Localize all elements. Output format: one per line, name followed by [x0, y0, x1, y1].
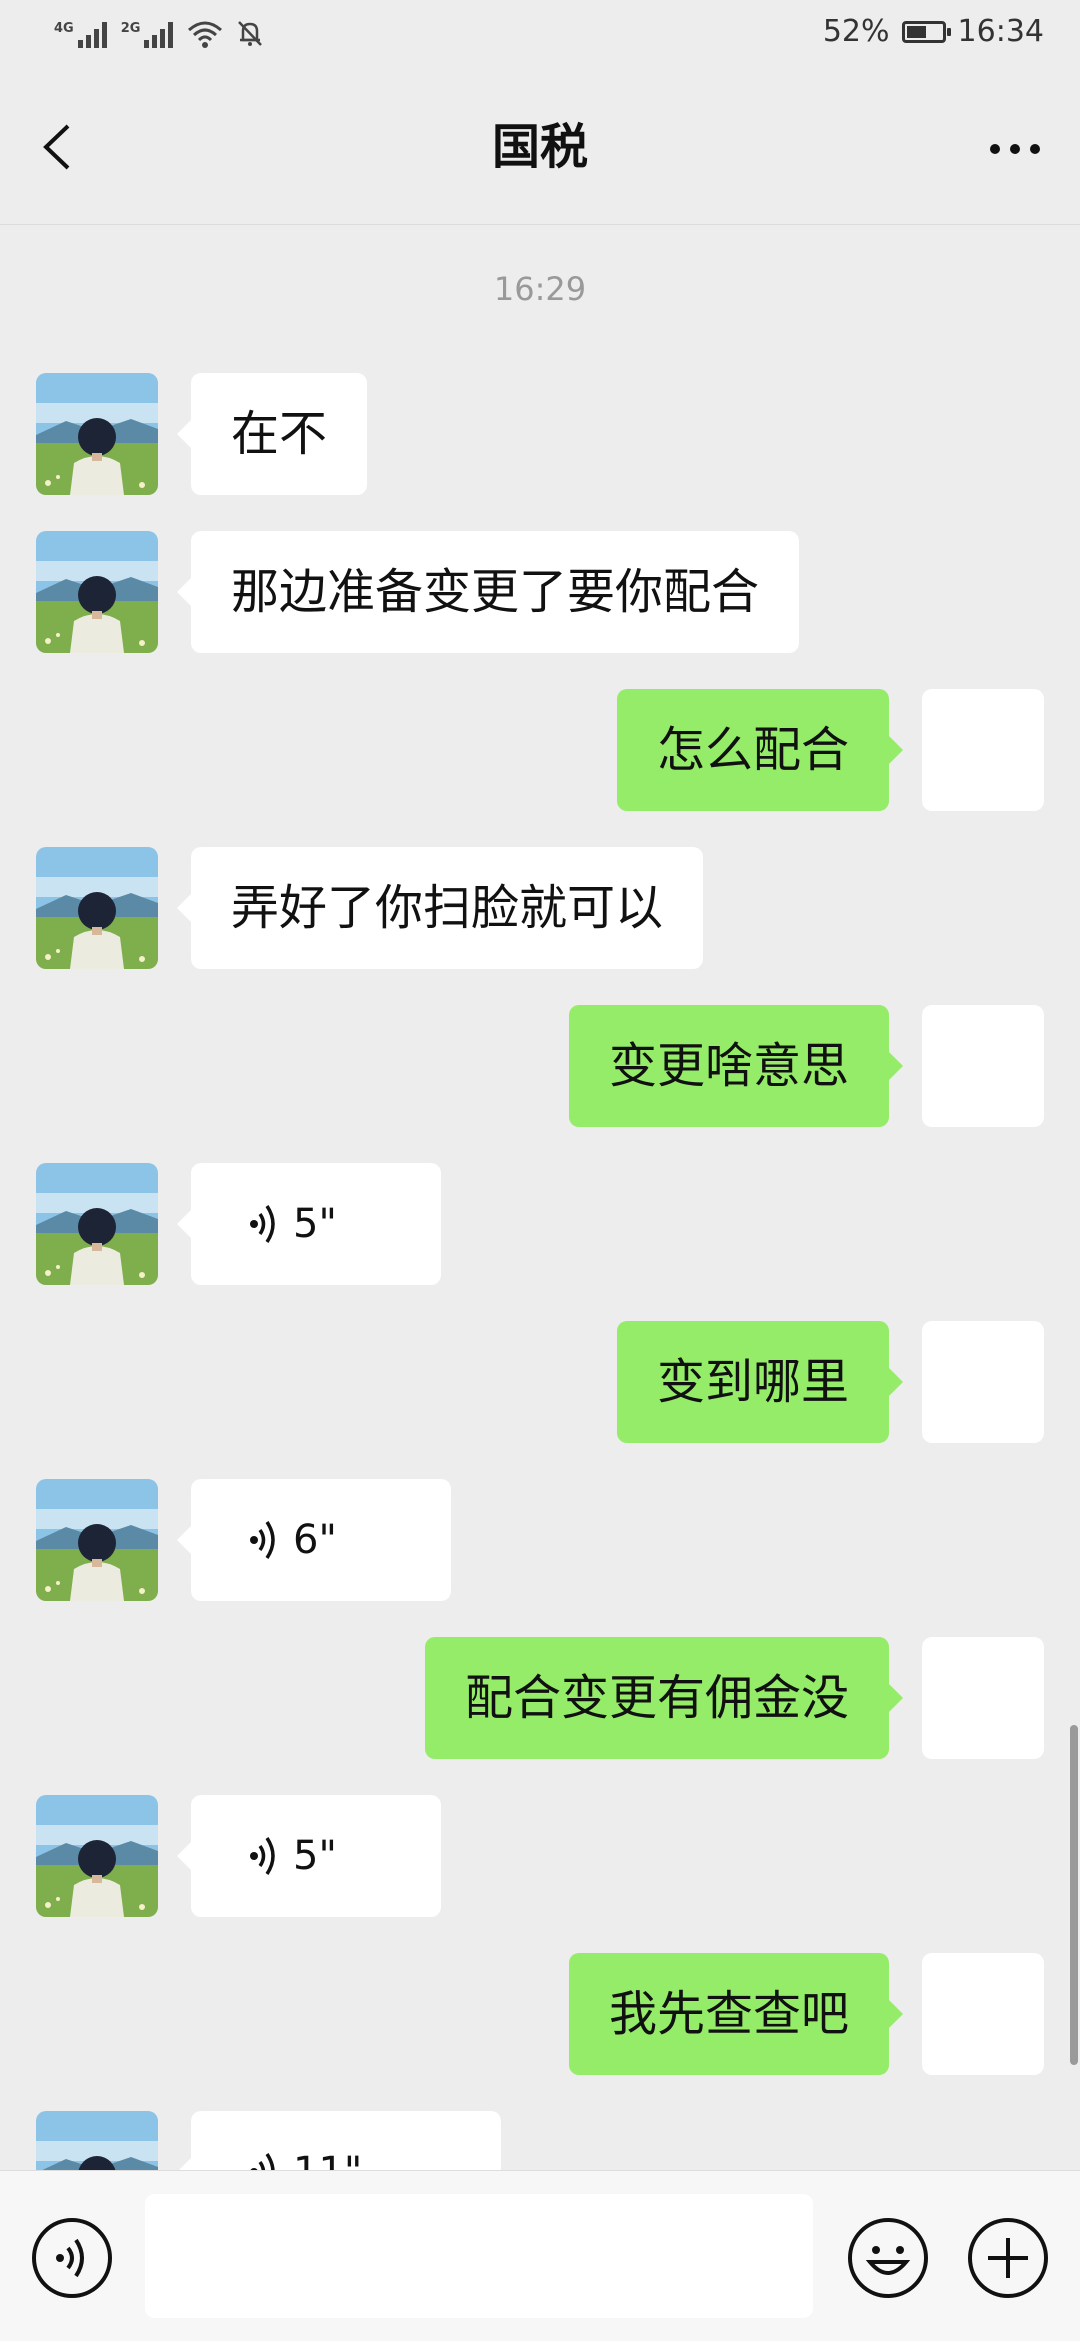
- message-text: 变到哪里: [656, 1354, 849, 1410]
- voice-duration: 5": [293, 1833, 337, 1879]
- contact-avatar[interactable]: [36, 847, 158, 969]
- text-message-bubble[interactable]: 那边准备变更了要你配合: [176, 531, 800, 653]
- voice-wave-icon: [250, 1521, 275, 1559]
- my-avatar[interactable]: [922, 1321, 1044, 1443]
- message-text: 弄好了你扫脸就可以: [231, 880, 664, 936]
- more-dots-icon[interactable]: [980, 124, 1050, 174]
- my-avatar[interactable]: [922, 1637, 1044, 1759]
- chat-timestamp: 16:29: [493, 270, 587, 308]
- emoji-icon[interactable]: [846, 2216, 930, 2300]
- contact-avatar[interactable]: [36, 1163, 158, 1285]
- clock: 16:34: [957, 14, 1044, 49]
- voice-duration: 11": [293, 2111, 362, 2170]
- voice-message-bubble[interactable]: 5": [177, 1163, 441, 1285]
- voice-message-bubble[interactable]: 5": [177, 1795, 441, 1917]
- my-avatar[interactable]: [922, 1005, 1044, 1127]
- voice-wave-icon: [250, 2153, 275, 2170]
- message-text: 那边准备变更了要你配合: [231, 564, 760, 620]
- message-row: 6": [0, 1479, 1080, 1601]
- avatar-illustration: [36, 1479, 158, 1601]
- status-bar: 4G 2G 52% 16:34: [0, 0, 1080, 72]
- scrollbar-thumb[interactable]: [1070, 1725, 1078, 2065]
- plus-icon[interactable]: [966, 2216, 1050, 2300]
- contact-avatar[interactable]: [36, 373, 158, 495]
- my-avatar[interactable]: [922, 689, 1044, 811]
- text-message-bubble[interactable]: 在不: [176, 373, 368, 495]
- status-icons-left: 4G 2G: [54, 18, 265, 48]
- message-row: 那边准备变更了要你配合: [0, 531, 1080, 653]
- message-list[interactable]: 16:29 在不那边准备变更了要你配合怎么配合弄好了你扫脸就可以变更啥意思 5" 变…: [0, 225, 1080, 2170]
- message-row: 变更啥意思: [0, 1005, 1080, 1127]
- text-message-bubble[interactable]: 配合变更有佣金没: [424, 1637, 904, 1759]
- mute-bell-icon: [238, 21, 263, 46]
- contact-avatar[interactable]: [36, 1795, 158, 1917]
- contact-avatar[interactable]: [36, 2111, 158, 2170]
- status-icons-right: 52% 16:34: [823, 14, 1044, 49]
- avatar-illustration: [36, 1163, 158, 1285]
- my-avatar[interactable]: [922, 1953, 1044, 2075]
- message-row: 在不: [0, 373, 1080, 495]
- voice-wave-icon: [250, 1205, 275, 1243]
- message-row: 怎么配合: [0, 689, 1080, 811]
- text-message-bubble[interactable]: 变更啥意思: [568, 1005, 904, 1127]
- wifi-icon: [188, 21, 223, 48]
- signal-icon: 4G: [54, 22, 107, 48]
- chat-header: 国税: [0, 72, 1080, 225]
- network-type-label: 2G: [120, 21, 141, 36]
- battery-percent: 52%: [822, 14, 890, 49]
- avatar-illustration: [36, 2111, 158, 2170]
- input-bar: [0, 2170, 1080, 2341]
- avatar-illustration: [36, 847, 158, 969]
- text-message-bubble[interactable]: 变到哪里: [616, 1321, 904, 1443]
- contact-avatar[interactable]: [36, 531, 158, 653]
- message-row: 我先查查吧: [0, 1953, 1080, 2075]
- message-text: 怎么配合: [656, 722, 849, 778]
- message-row: 配合变更有佣金没: [0, 1637, 1080, 1759]
- message-text: 配合变更有佣金没: [464, 1670, 849, 1726]
- message-row: 11": [0, 2111, 1080, 2170]
- text-message-bubble[interactable]: 怎么配合: [616, 689, 904, 811]
- message-row: 弄好了你扫脸就可以: [0, 847, 1080, 969]
- text-message-bubble[interactable]: 弄好了你扫脸就可以: [176, 847, 704, 969]
- message-row: 5": [0, 1163, 1080, 1285]
- message-input[interactable]: [145, 2194, 813, 2318]
- avatar-illustration: [36, 531, 158, 653]
- message-row: 变到哪里: [0, 1321, 1080, 1443]
- voice-message-bubble[interactable]: 6": [177, 1479, 451, 1601]
- message-text: 我先查查吧: [608, 1986, 849, 2042]
- chat-title: 国税: [491, 119, 588, 175]
- avatar-illustration: [36, 1795, 158, 1917]
- contact-avatar[interactable]: [36, 1479, 158, 1601]
- voice-wave-icon: [250, 1837, 275, 1875]
- voice-message-bubble[interactable]: 11": [177, 2111, 501, 2170]
- voice-duration: 5": [293, 1201, 337, 1247]
- battery-icon: [901, 20, 951, 43]
- signal-icon: 2G: [121, 22, 174, 48]
- message-row: 5": [0, 1795, 1080, 1917]
- text-message-bubble[interactable]: 我先查查吧: [568, 1953, 904, 2075]
- message-text: 变更啥意思: [608, 1038, 849, 1094]
- avatar-illustration: [36, 373, 158, 495]
- network-type-label: 4G: [54, 21, 74, 36]
- message-text: 在不: [231, 406, 328, 462]
- voice-input-icon[interactable]: [30, 2216, 114, 2300]
- voice-duration: 6": [293, 1517, 337, 1563]
